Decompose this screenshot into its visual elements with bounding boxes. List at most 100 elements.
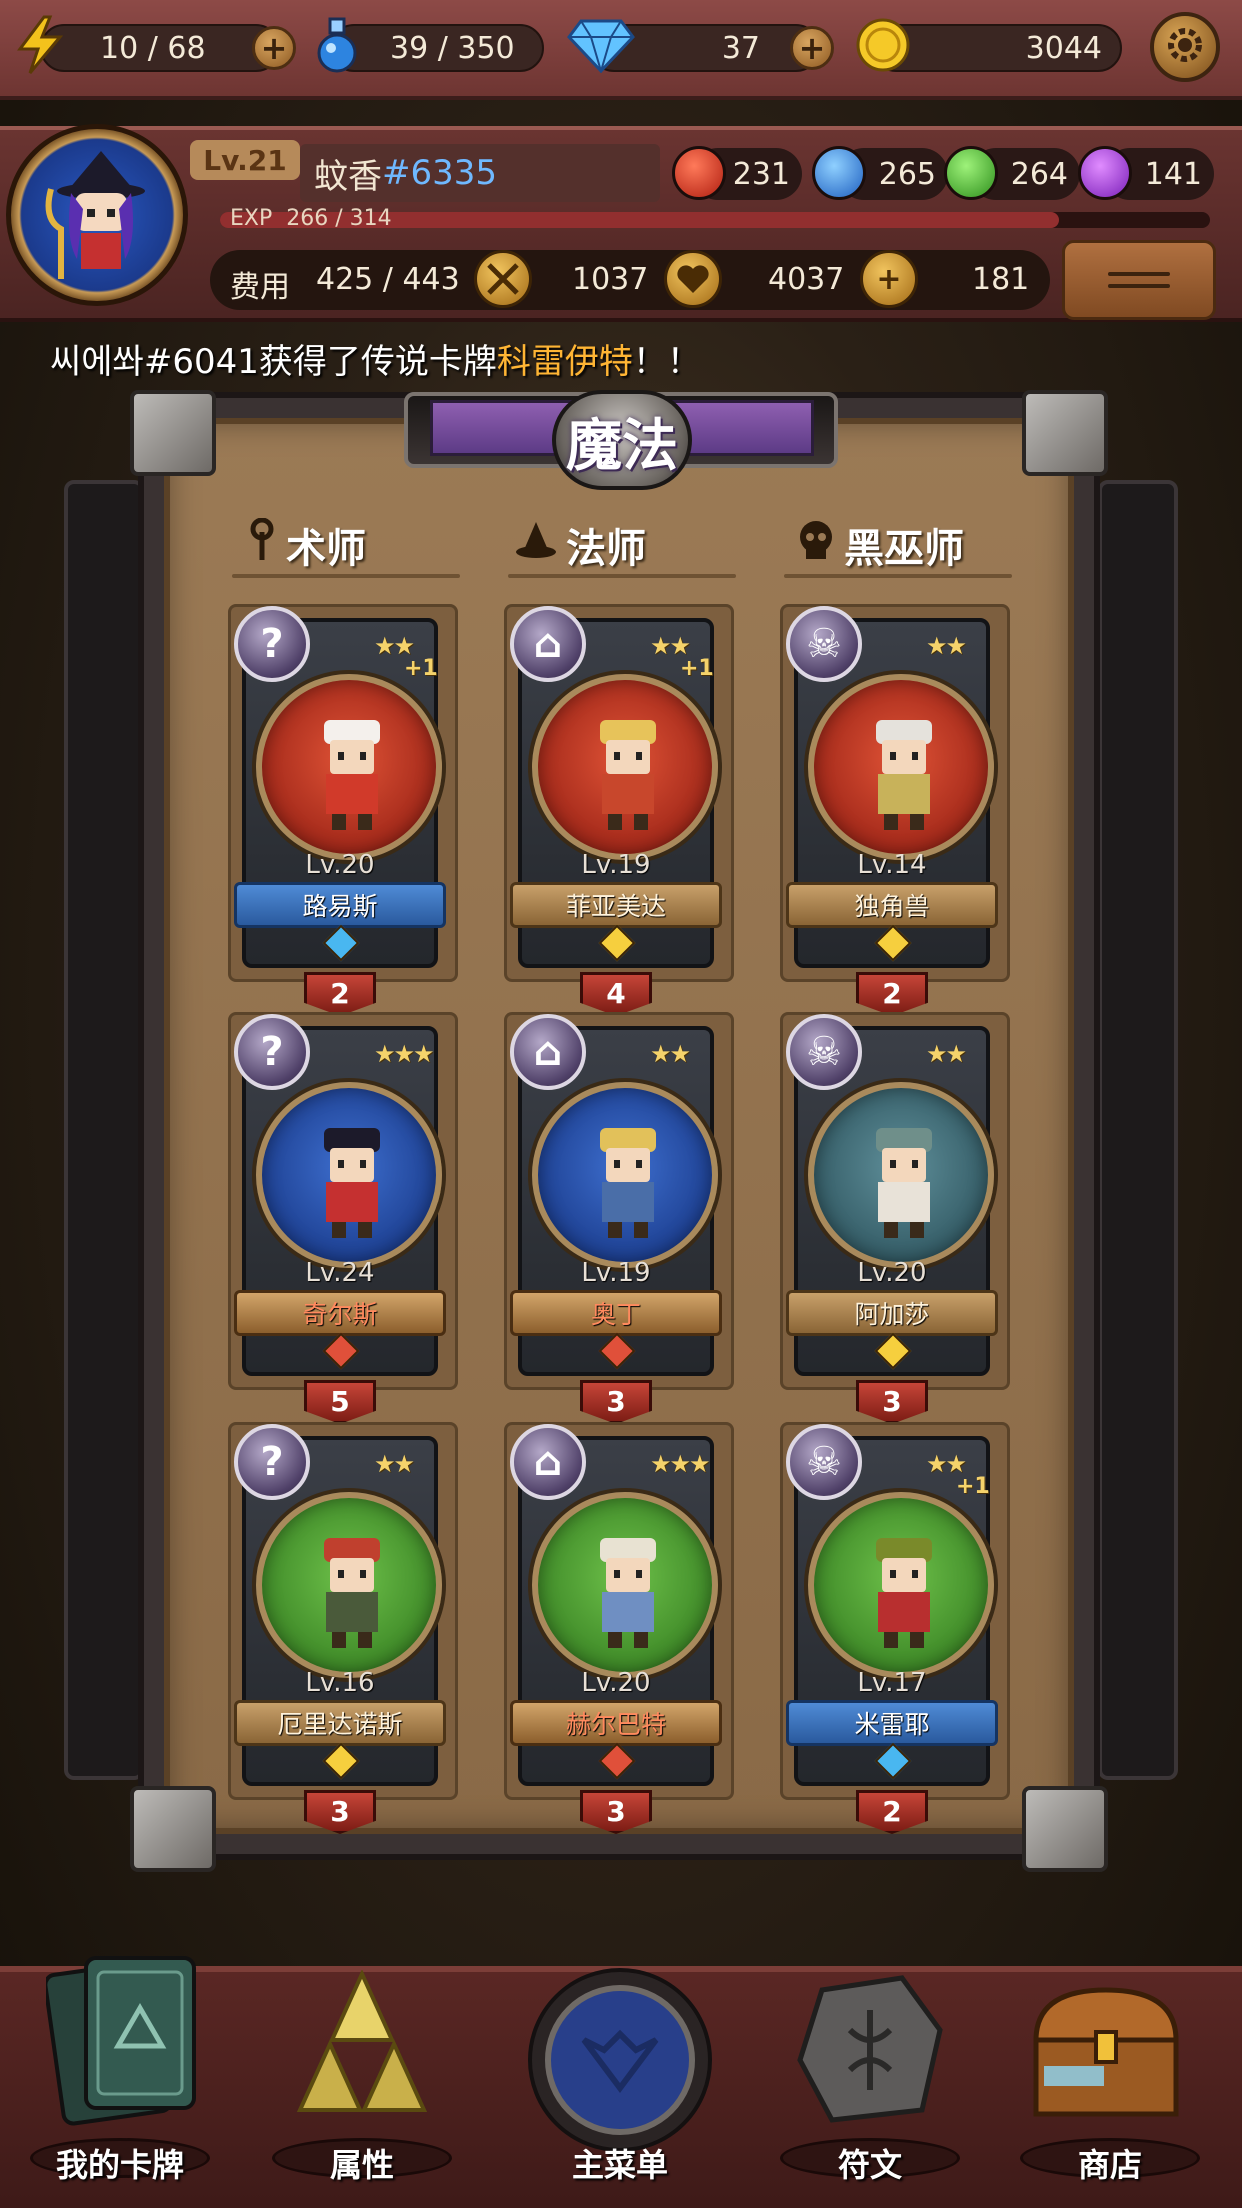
card-level: Lv.20 [857, 1258, 927, 1288]
player-name[interactable]: 蚊香 #6335 [300, 144, 660, 202]
wizard-hat-icon [514, 520, 558, 570]
nav-runes[interactable]: 符文 [770, 1930, 970, 2200]
nav-label-runes: 符文 [837, 2146, 902, 2184]
card-count: 3 [882, 1385, 902, 1418]
card-count: 3 [330, 1795, 350, 1828]
triforce-icon [292, 1969, 432, 2134]
character-sprite [876, 1128, 932, 1238]
staff-icon: ? [234, 1014, 310, 1090]
purple-orb-icon [1078, 146, 1132, 200]
gear-icon [1161, 21, 1209, 73]
card-portrait [256, 1492, 442, 1678]
character-sprite [600, 720, 656, 830]
gold-value: 3044 [1025, 30, 1102, 66]
column-header-label: 术师 [286, 526, 366, 572]
column-divider [232, 574, 460, 578]
card-count: 2 [882, 977, 902, 1010]
card-name: 赫尔巴特 [565, 1710, 666, 1739]
card-portrait [808, 1492, 994, 1678]
panel-back-page-right [1098, 480, 1178, 1780]
player-level-badge: Lv.21 [190, 140, 300, 180]
panel-corner [130, 390, 216, 476]
card-level: Lv.20 [581, 1668, 651, 1698]
ticker-prefix: 씨에쏴#6041获得了传说卡牌 [50, 342, 497, 382]
cost-value: 425 / 443 [316, 262, 460, 297]
menu-line-icon [1108, 284, 1170, 288]
heart-icon [664, 250, 722, 308]
lightning-icon [10, 14, 72, 76]
nav-main-menu[interactable]: 主菜单 [520, 1930, 720, 2200]
green-orb-value: 264 [1010, 156, 1068, 192]
add-diamonds-button[interactable]: + [790, 26, 834, 70]
red-orb-value: 231 [732, 156, 790, 192]
menu-line-icon [1108, 272, 1170, 276]
heal-value: 181 [972, 262, 1030, 297]
rarity-stars: ★★ [926, 632, 967, 660]
card-name: 厄里达诺斯 [277, 1710, 403, 1739]
character-sprite [876, 1538, 932, 1648]
hamburger-menu-button[interactable] [1062, 240, 1216, 320]
skull-icon: ☠ [786, 606, 862, 682]
card-portrait [808, 1082, 994, 1268]
card-level: Lv.14 [857, 850, 927, 880]
card-count: 4 [606, 977, 626, 1010]
green-orb-icon [944, 146, 998, 200]
column-header-sorcerer[interactable]: 术师 [246, 516, 366, 574]
card-level: Lv.19 [581, 850, 651, 880]
wizard-hat-icon: ⌂ [510, 1424, 586, 1500]
nav-label-main-menu: 主菜单 [571, 2146, 668, 2184]
avatar[interactable] [6, 124, 188, 306]
emblem-icon [524, 1964, 716, 2160]
exp-label: EXP 266 / 314 [230, 206, 392, 231]
card-name-banner: 阿加莎 [786, 1290, 998, 1336]
card-count: 3 [606, 1385, 626, 1418]
staff-icon: ? [234, 1424, 310, 1500]
card-portrait [532, 1492, 718, 1678]
add-energy-button[interactable]: + [252, 26, 296, 70]
diamond-value: 37 [721, 30, 760, 66]
card-name: 菲亚美达 [565, 892, 666, 921]
card-count: 2 [882, 1795, 902, 1828]
energy-counter: 10 / 68 [40, 24, 280, 72]
character-sprite [324, 1128, 380, 1238]
player-name-text: 蚊香 [314, 156, 382, 197]
skull-icon: ☠ [786, 1014, 862, 1090]
blue-orb-value: 265 [878, 156, 936, 192]
nav-my-cards[interactable]: 我的卡牌 [20, 1930, 220, 2200]
attack-value: 1037 [572, 262, 649, 297]
character-sprite [600, 1128, 656, 1238]
rarity-stars: ★★ [650, 1040, 691, 1068]
column-header-warlock[interactable]: 黑巫师 [796, 516, 964, 574]
gold-coin-icon [852, 14, 914, 76]
card-name-banner: 路易斯 [234, 882, 446, 928]
column-header-mage[interactable]: 法师 [514, 516, 646, 574]
card-level: Lv.20 [305, 850, 375, 880]
card-plus-badge: +1 [680, 656, 714, 681]
card-portrait [256, 1082, 442, 1268]
cost-label: 费用 [230, 270, 290, 305]
column-divider [784, 574, 1012, 578]
panel-corner [1022, 390, 1108, 476]
nav-shop[interactable]: 商店 [1010, 1930, 1210, 2200]
rarity-stars: ★★★ [650, 1450, 711, 1478]
card-level: Lv.19 [581, 1258, 651, 1288]
panel-corner [1022, 1786, 1108, 1872]
card-name-banner: 厄里达诺斯 [234, 1700, 446, 1746]
card-name: 阿加莎 [854, 1300, 930, 1329]
card-level: Lv.17 [857, 1668, 927, 1698]
settings-button[interactable] [1150, 12, 1220, 82]
staff-icon: ? [234, 606, 310, 682]
card-portrait [532, 674, 718, 860]
card-name-banner: 米雷耶 [786, 1700, 998, 1746]
nav-label-my-cards: 我的卡牌 [55, 2146, 184, 2184]
rarity-stars: ★★ [374, 1450, 415, 1478]
nav-attributes[interactable]: 属性 [262, 1930, 462, 2200]
blue-orb-icon [812, 146, 866, 200]
card-portrait [256, 674, 442, 860]
character-sprite [324, 1538, 380, 1648]
ticker-suffix: ！！ [632, 342, 701, 382]
card-level: Lv.24 [305, 1258, 375, 1288]
card-name-banner: 奥丁 [510, 1290, 722, 1336]
wizard-hat-icon: ⌂ [510, 1014, 586, 1090]
card-count: 5 [330, 1385, 350, 1418]
